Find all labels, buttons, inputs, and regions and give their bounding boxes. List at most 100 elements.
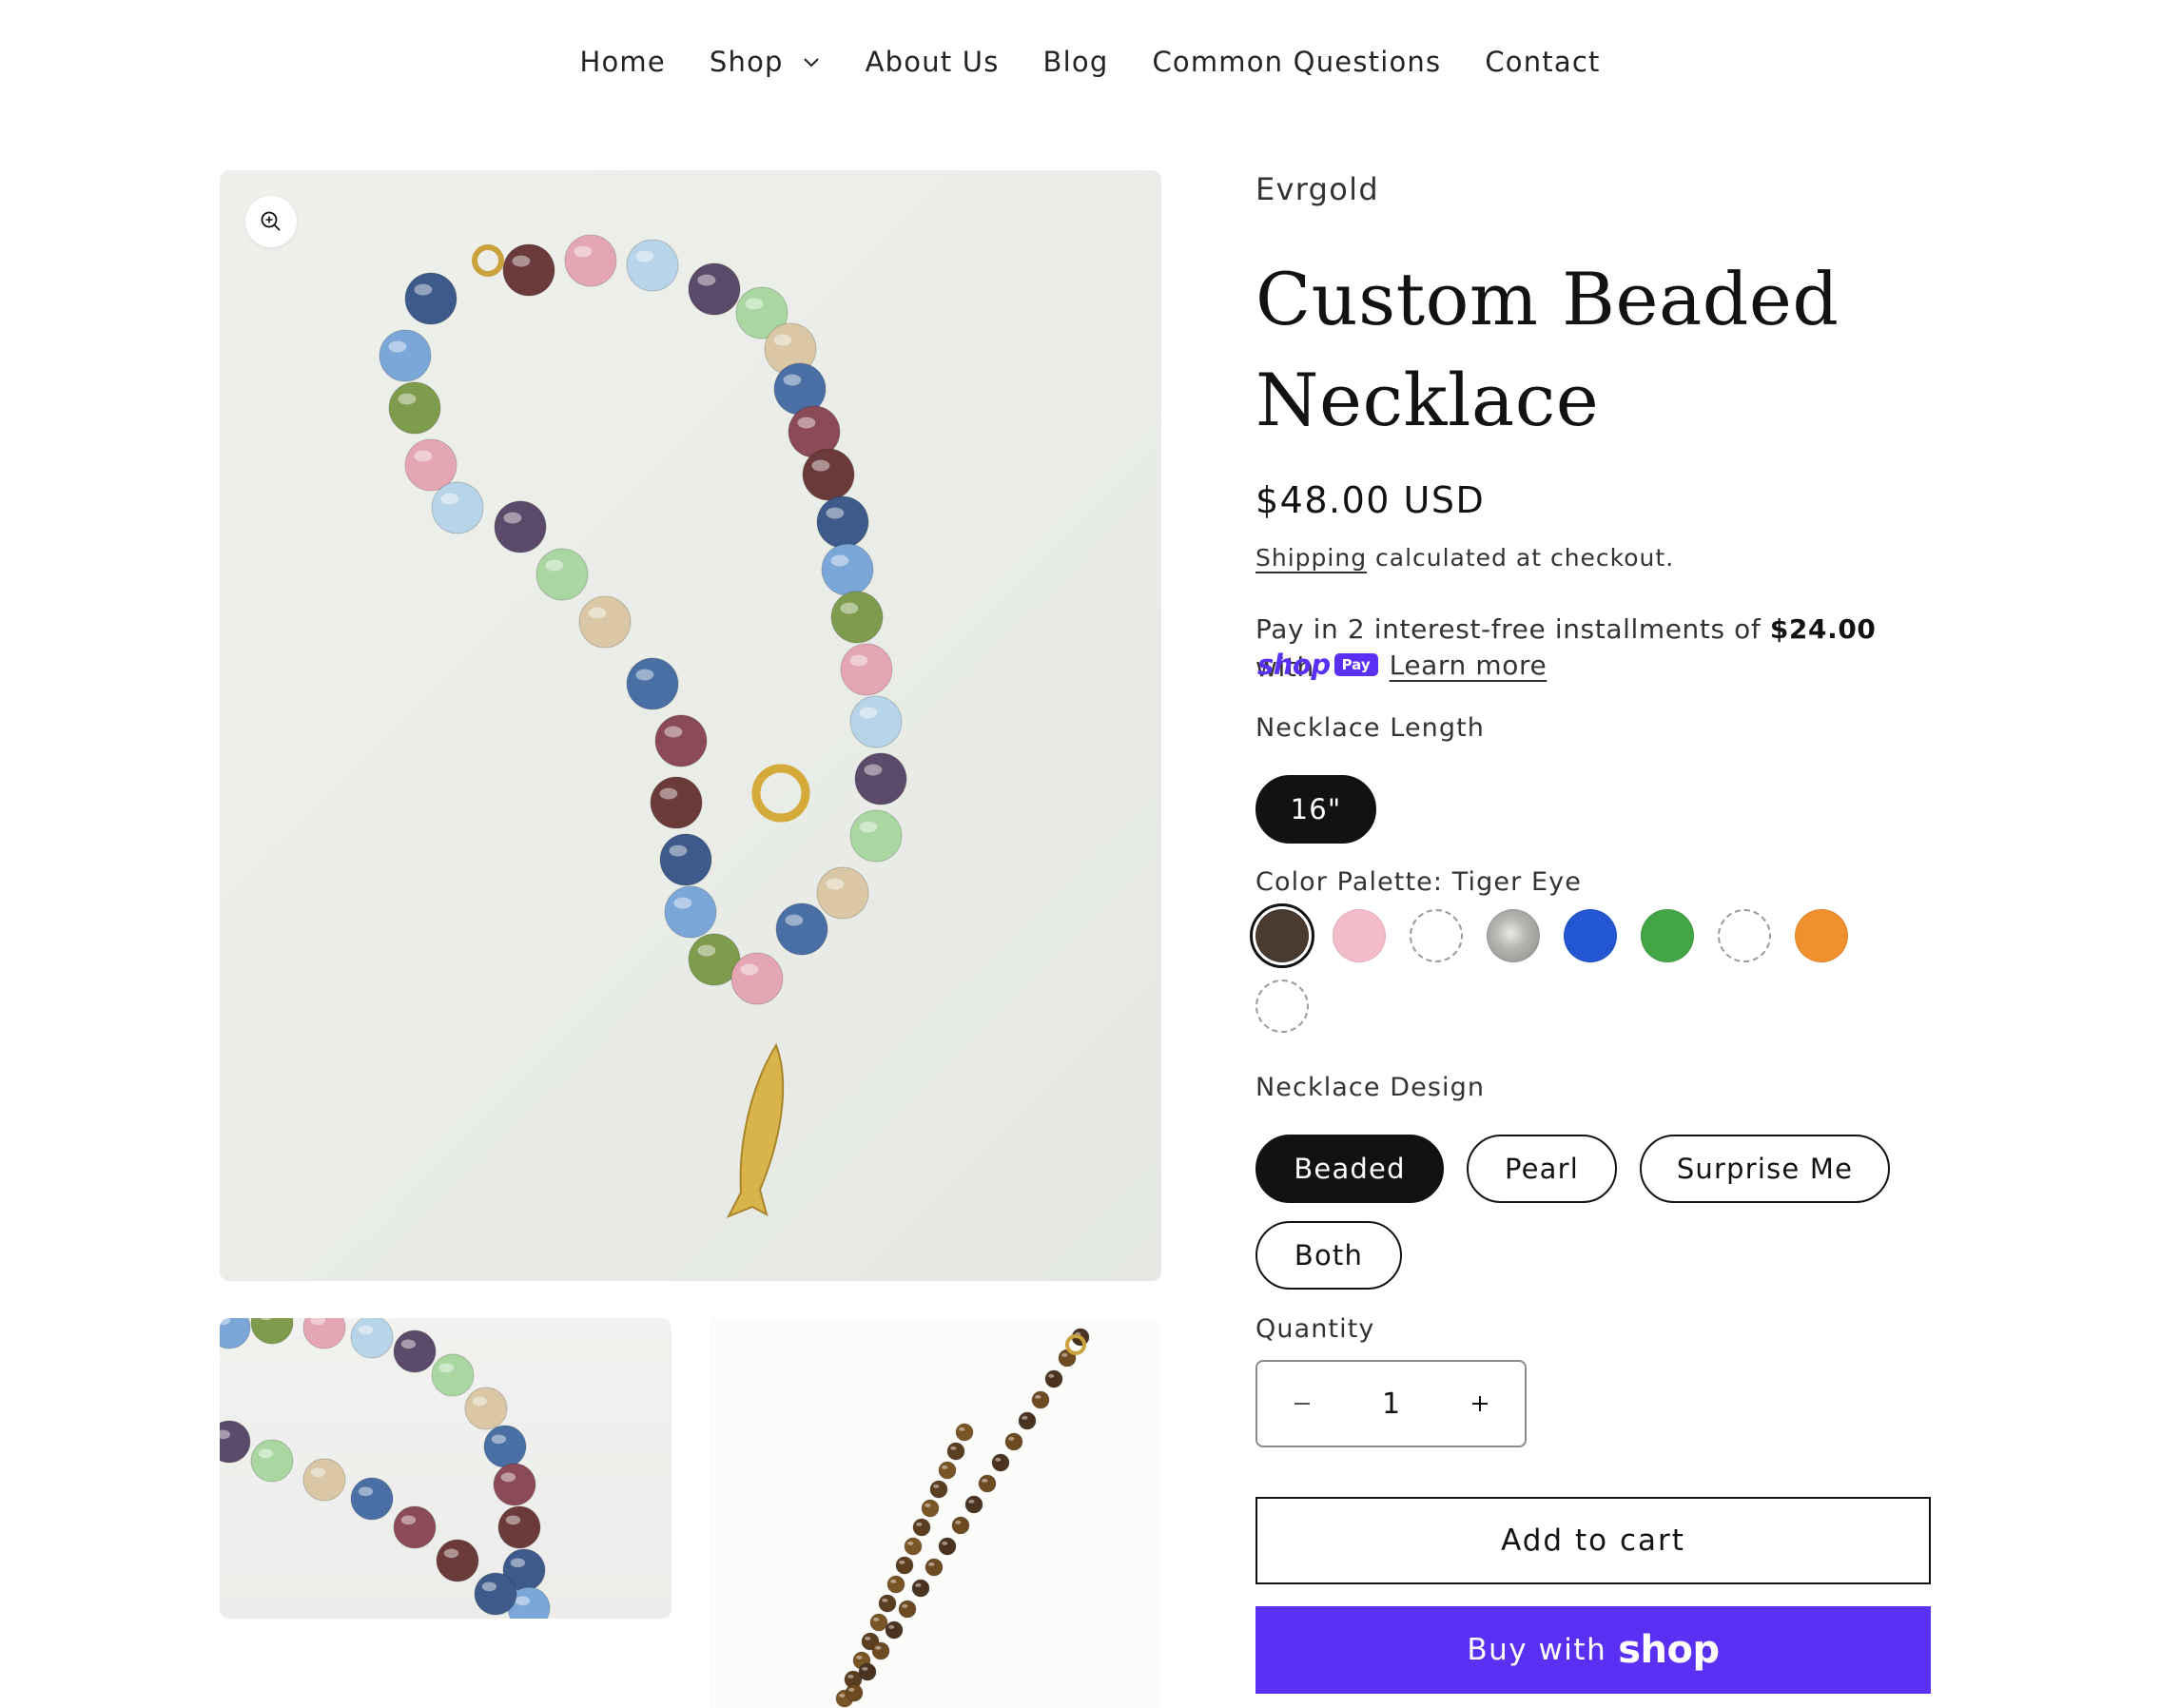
bead xyxy=(650,776,703,829)
shipping-note-text: calculated at checkout. xyxy=(1367,544,1675,572)
shipping-link[interactable]: Shipping xyxy=(1255,544,1367,572)
bead-highlight xyxy=(797,417,816,429)
bead xyxy=(925,1558,944,1577)
bead-highlight xyxy=(310,1467,326,1478)
bead xyxy=(474,1572,517,1616)
bead xyxy=(436,1539,479,1582)
bead xyxy=(978,1474,997,1493)
bead xyxy=(964,1495,983,1514)
buy-with-shop-button[interactable]: Buy with shop xyxy=(1255,1606,1931,1694)
bead xyxy=(946,1442,965,1461)
thumbnail-tiger-eye[interactable] xyxy=(710,1318,1161,1708)
bead xyxy=(775,903,828,956)
bead-highlight xyxy=(510,1558,526,1568)
bead-highlight xyxy=(635,669,654,681)
design-option-beaded[interactable]: Beaded xyxy=(1255,1135,1444,1203)
zoom-in-icon xyxy=(261,211,281,231)
nav-item-common-questions[interactable]: Common Questions xyxy=(1152,46,1441,78)
bead-highlight xyxy=(959,1427,965,1431)
bead xyxy=(816,866,869,920)
bead xyxy=(904,1537,923,1556)
main-product-image[interactable] xyxy=(220,170,1161,1281)
bead xyxy=(1031,1390,1050,1409)
bead-highlight xyxy=(783,374,802,386)
bead xyxy=(1004,1432,1023,1451)
bead-highlight xyxy=(414,450,433,462)
bead-highlight xyxy=(1061,1352,1068,1357)
length-option-16[interactable]: 16" xyxy=(1255,775,1376,844)
bead xyxy=(564,234,617,287)
design-option-both[interactable]: Both xyxy=(1255,1221,1402,1290)
design-option-surprise-me[interactable]: Surprise Me xyxy=(1640,1135,1890,1203)
bead-highlight xyxy=(491,1434,507,1445)
design-option-pearl[interactable]: Pearl xyxy=(1467,1135,1617,1203)
bead xyxy=(885,1621,904,1640)
bead-highlight xyxy=(968,1499,975,1504)
nav-item-about-us[interactable]: About Us xyxy=(866,46,1000,78)
bead xyxy=(659,833,712,886)
length-label: Necklace Length xyxy=(1255,713,1486,743)
quantity-decrease-button[interactable] xyxy=(1257,1362,1347,1446)
color-swatch-blank-2[interactable] xyxy=(1718,909,1771,962)
color-swatch-orange[interactable] xyxy=(1795,909,1848,962)
bead-highlight xyxy=(414,283,433,296)
color-palette-label: Color Palette: Tiger Eye xyxy=(1255,867,1582,897)
bead-highlight xyxy=(859,821,878,833)
chevron-down-icon xyxy=(803,58,819,68)
necklace-illustration xyxy=(379,234,907,1218)
bead-highlight xyxy=(440,493,459,505)
bead xyxy=(840,643,893,696)
bead-highlight xyxy=(888,1624,895,1629)
bead xyxy=(379,329,432,382)
color-swatch-blank-1[interactable] xyxy=(1410,909,1463,962)
zoom-button[interactable] xyxy=(245,196,297,247)
bead xyxy=(730,952,784,1005)
bead-highlight xyxy=(826,878,845,890)
bead xyxy=(626,657,679,710)
bead-highlight xyxy=(826,507,845,519)
bead-highlight xyxy=(659,787,678,800)
quantity-label: Quantity xyxy=(1255,1314,1375,1344)
bead xyxy=(878,1594,897,1613)
product-price: $48.00 USD xyxy=(1255,479,1486,521)
bead xyxy=(578,595,632,649)
add-to-cart-button[interactable]: Add to cart xyxy=(1255,1497,1931,1584)
bead-highlight xyxy=(950,1446,957,1450)
color-swatch-blank-3[interactable] xyxy=(1255,980,1309,1033)
learn-more-link[interactable]: Learn more xyxy=(1390,650,1547,681)
bead-highlight xyxy=(472,1396,488,1407)
bead xyxy=(388,381,441,435)
color-swatch-blue[interactable] xyxy=(1564,909,1617,962)
bead xyxy=(393,1330,437,1373)
bead xyxy=(816,495,869,549)
color-swatch-tiger-eye[interactable] xyxy=(1255,909,1309,962)
thumbnail-beaded-closeup[interactable] xyxy=(220,1318,672,1619)
bead-highlight xyxy=(862,1666,868,1671)
bead-highlight xyxy=(856,1655,863,1659)
color-swatch-grey-pearl[interactable] xyxy=(1487,909,1540,962)
bead xyxy=(869,1613,888,1632)
color-swatch-green[interactable] xyxy=(1641,909,1694,962)
nav-item-contact[interactable]: Contact xyxy=(1485,46,1600,78)
bead-highlight xyxy=(840,602,859,614)
bead xyxy=(464,1387,508,1430)
nav-item-blog[interactable]: Blog xyxy=(1043,46,1109,78)
bead xyxy=(688,262,741,316)
bead-highlight xyxy=(916,1522,923,1526)
bead-highlight xyxy=(839,1693,846,1698)
nav-item-shop[interactable]: Shop xyxy=(710,46,822,78)
nav-item-home[interactable]: Home xyxy=(579,46,665,78)
bead xyxy=(664,885,717,939)
bead xyxy=(802,448,855,501)
quantity-increase-button[interactable] xyxy=(1436,1362,1526,1446)
shop-pay-row: shop Pay Learn more xyxy=(1257,649,1547,681)
bead-highlight xyxy=(545,559,564,572)
bead xyxy=(497,1505,541,1549)
bead-highlight xyxy=(1008,1436,1015,1441)
bead xyxy=(626,239,679,292)
bead xyxy=(302,1318,346,1349)
bead-highlight xyxy=(1048,1373,1055,1378)
color-swatch-pink[interactable] xyxy=(1333,909,1386,962)
plus-icon xyxy=(1472,1396,1489,1411)
quantity-input[interactable] xyxy=(1346,1386,1436,1422)
